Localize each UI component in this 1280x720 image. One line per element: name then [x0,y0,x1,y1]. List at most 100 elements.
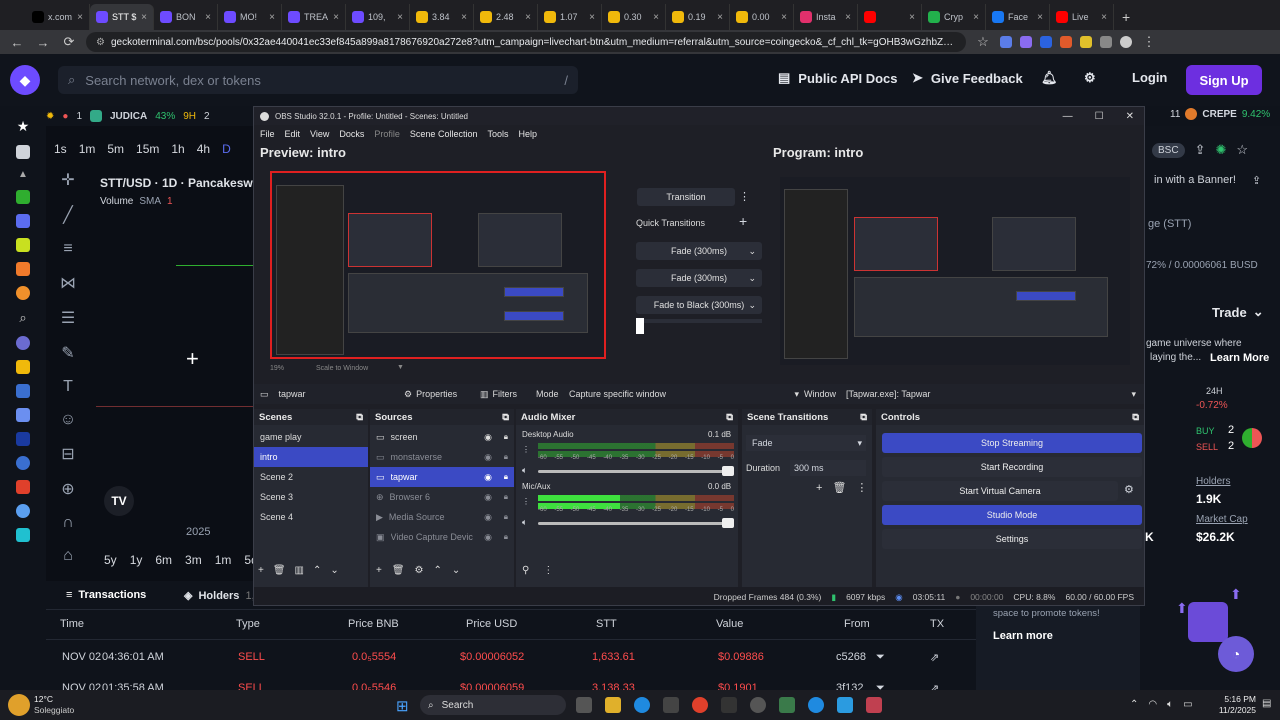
virtual-camera-settings-icon[interactable]: ⚙ [1124,483,1134,496]
column-header[interactable]: Type [236,618,260,630]
timeframe-option[interactable]: 5m [107,142,124,156]
pattern-tool-icon[interactable]: ⋈ [60,273,76,293]
browser-tab[interactable]: 109, × [346,4,410,30]
column-header[interactable]: STT [596,618,617,630]
chain-icon[interactable] [16,408,30,422]
move-down-icon[interactable]: ⌄ [452,565,460,576]
minimize-icon[interactable]: — [1063,111,1073,122]
column-header[interactable]: Time [60,618,84,630]
source-item[interactable]: ▭ screen ◉ 🔒︎ [370,427,514,447]
maximize-icon[interactable]: ☐ [1095,111,1104,122]
start-virtual-camera-button[interactable]: Start Virtual Camera [882,481,1118,501]
transition-type-select[interactable]: Fade ▾ [746,435,866,451]
clock-time[interactable]: 5:16 PM [1216,694,1256,704]
alert-icon[interactable]: ✺ [1215,142,1226,158]
volume-slider[interactable] [538,522,734,525]
browser-tab[interactable]: MO! × [218,4,282,30]
lock-icon[interactable]: 🔒︎ [504,512,508,522]
quick-transition-fade-to-black[interactable]: Fade to Black (300ms) ⌄ [636,296,762,314]
notifications-icon[interactable]: ▤ [1262,698,1271,709]
speaker-icon[interactable]: 🔈︎ [522,517,527,528]
window-select[interactable]: [Tapwar.exe]: Tapwar ▾ [846,389,1136,399]
tbar-slider[interactable] [636,319,762,323]
move-down-icon[interactable]: ⌄ [330,565,338,576]
holders-label[interactable]: Holders [1196,476,1230,487]
trash-icon[interactable]: 🗑︎ [832,481,846,494]
chain-icon[interactable] [16,504,30,518]
chain-icon[interactable] [16,214,30,228]
chain-icon[interactable] [16,432,30,446]
source-item[interactable]: ▣ Video Capture Devic ◉ 🔒︎ [370,527,514,547]
timeframe-option[interactable]: 4h [197,142,210,156]
dock-undock-icon[interactable]: ⧉ [726,412,733,423]
trash-icon[interactable]: 🗑︎ [273,565,286,576]
chain-badge[interactable]: BSC [1152,142,1185,158]
chain-icon[interactable] [16,190,30,204]
url-field[interactable]: ⚙ geckoterminal.com/bsc/pools/0x32ae4400… [86,32,966,52]
external-link-icon[interactable]: ⇗ [930,651,939,664]
tray-chevron-icon[interactable]: ⌃ [1130,699,1138,710]
back-icon[interactable]: ← [8,35,26,50]
source-item[interactable]: ⊕ Browser 6 ◉ 🔒︎ [370,487,514,507]
menu-icon[interactable]: ⋮ [856,481,867,494]
lock-icon[interactable]: 🔒︎ [504,532,508,542]
extension-icon[interactable] [1020,36,1032,48]
column-header[interactable]: TX [930,618,944,630]
tab-close-icon[interactable]: × [525,12,531,23]
timeframe-option[interactable]: 1m [79,142,96,156]
mixer-settings-icon[interactable]: ⚲ [522,565,529,576]
menu-item[interactable]: Docks [339,129,364,139]
site-info-icon[interactable]: ⚙ [96,37,105,48]
public-api-docs-link[interactable]: ▤ Public API Docs [778,70,898,86]
search-input[interactable]: ⌕ Search network, dex or tokens / [58,66,578,94]
add-quick-transition-icon[interactable]: + [739,213,747,229]
clock-date[interactable]: 11/2/2025 [1208,705,1256,715]
tab-close-icon[interactable]: × [461,12,467,23]
extension-icon[interactable] [1040,36,1052,48]
browser-icon[interactable] [808,697,824,713]
obs-icon[interactable] [750,697,766,713]
trade-dropdown[interactable]: Trade ⌄ [1212,304,1264,320]
transition-menu-icon[interactable]: ⋮ [739,190,750,203]
browser-tab[interactable]: Live × [1050,4,1114,30]
edge-icon[interactable] [634,697,650,713]
browser-tab[interactable]: Face × [986,4,1050,30]
timeframe-option[interactable]: 1h [171,142,184,156]
close-icon[interactable]: ✕ [1126,111,1134,122]
browser-tab[interactable]: 2.48 × [474,4,538,30]
timeframe-option[interactable]: D [222,142,231,156]
chrome-icon[interactable] [692,697,708,713]
forecast-tool-icon[interactable]: ☰ [61,308,75,328]
emoji-tool-icon[interactable]: ☺ [60,411,76,429]
browser-tab[interactable]: 0.30 × [602,4,666,30]
chain-icon[interactable] [16,456,30,470]
add-icon[interactable]: + [258,565,264,576]
volume-handle[interactable] [722,466,734,476]
battery-icon[interactable]: ▭ [1183,699,1192,710]
chain-icon[interactable] [16,528,30,542]
dock-undock-icon[interactable]: ⧉ [356,412,363,423]
tab-transactions[interactable]: ≡ Transactions [66,589,146,601]
collapse-icon[interactable]: ▲ [18,169,28,180]
browser-tab[interactable]: Cryp × [922,4,986,30]
tab-close-icon[interactable]: × [717,12,723,23]
chain-icon[interactable] [16,384,30,398]
chevron-down-icon[interactable]: ▼ [397,364,404,371]
tab-close-icon[interactable]: × [589,12,595,23]
menu-item[interactable]: Profile [374,129,400,139]
app-icon[interactable] [837,697,853,713]
extensions-puzzle-icon[interactable] [1100,36,1112,48]
transition-button[interactable]: Transition [637,188,735,206]
wifi-icon[interactable]: ◠ [1148,699,1157,710]
properties-button[interactable]: ⚙ Properties [404,389,457,400]
timeframe-option[interactable]: 15m [136,142,159,156]
geckoterminal-logo[interactable]: ◆ [10,65,40,95]
menu-item[interactable]: Edit [285,129,301,139]
visibility-eye-icon[interactable]: ◉ [484,492,492,503]
app-icon[interactable] [721,697,737,713]
forward-icon[interactable]: → [34,35,52,50]
tab-holders[interactable]: ◈Holders1,8 [184,589,261,603]
tab-close-icon[interactable]: × [973,12,979,23]
timeframe-option[interactable]: 1s [54,142,67,156]
ticker-token[interactable]: JUDICA [110,111,147,122]
